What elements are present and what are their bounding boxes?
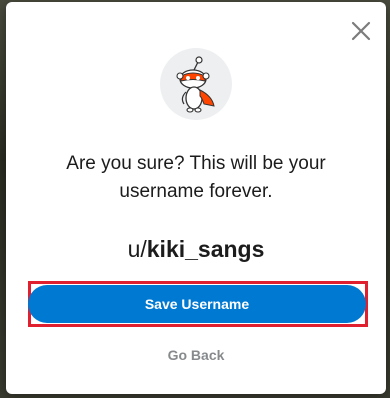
go-back-button[interactable]: Go Back	[6, 347, 386, 363]
save-username-button[interactable]: Save Username	[28, 285, 366, 323]
username-display: u/kiki_sangs	[6, 236, 386, 263]
reddit-snoo-avatar-icon	[176, 56, 215, 113]
username-confirm-modal: Are you sure? This will be your username…	[6, 2, 386, 394]
confirmation-question: Are you sure? This will be your username…	[66, 153, 326, 202]
username-value: kiki_sangs	[146, 236, 265, 262]
avatar	[160, 48, 232, 120]
username-prefix: u/	[127, 236, 147, 262]
close-icon	[351, 21, 371, 41]
close-button[interactable]	[350, 20, 372, 42]
